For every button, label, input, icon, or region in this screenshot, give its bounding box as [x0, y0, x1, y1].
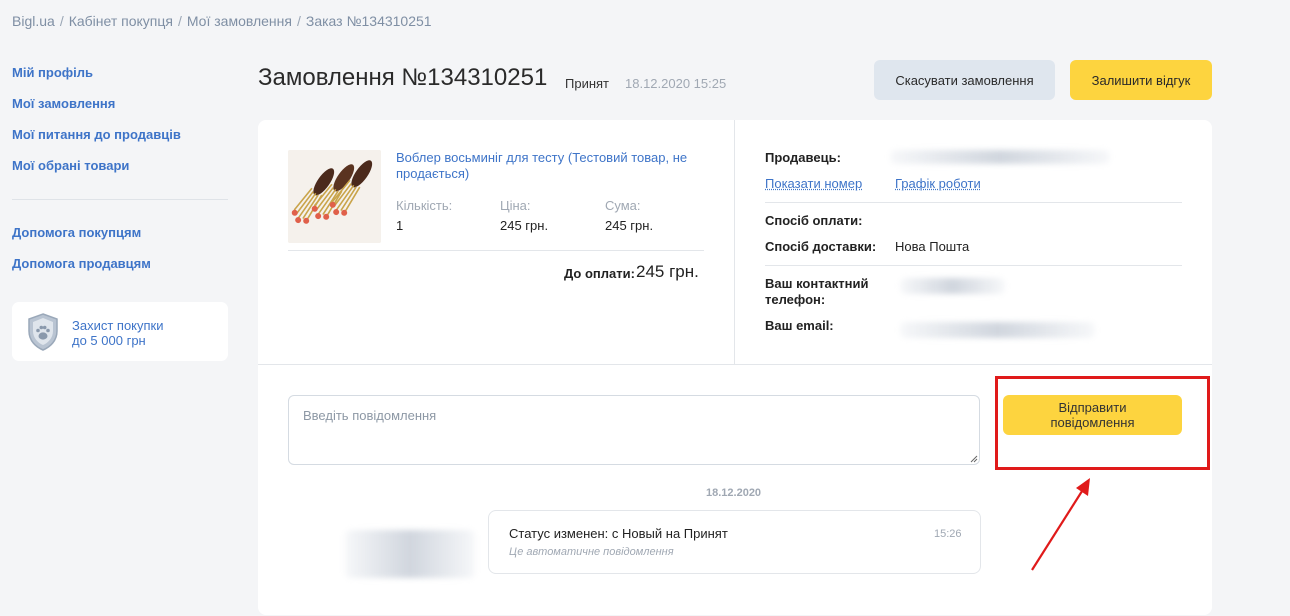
schedule-link[interactable]: Графік роботи — [895, 176, 981, 191]
quantity-label: Кількість: — [396, 198, 453, 213]
protection-text: Захист покупки до 5 000 грн — [72, 318, 164, 348]
price-value: 245 грн. — [500, 218, 549, 233]
protection-line2: до 5 000 грн — [72, 333, 146, 348]
sidebar-item-seller-help[interactable]: Допомога продавцям — [12, 256, 151, 271]
chat-date-separator: 18.12.2020 — [706, 487, 762, 499]
breadcrumb-item-home[interactable]: Bigl.ua — [12, 13, 55, 29]
breadcrumb-separator: / — [296, 13, 301, 29]
protection-line1: Захист покупки — [72, 318, 164, 333]
payment-method-label: Спосіб оплати: — [765, 213, 863, 228]
email-redacted — [900, 322, 1095, 338]
annotation-arrow-icon — [1031, 478, 1090, 571]
delivery-method-label: Спосіб доставки: — [765, 239, 877, 254]
breadcrumb-separator: / — [59, 13, 64, 29]
seller-divider — [765, 202, 1182, 203]
sidebar-item-favorites[interactable]: Мої обрані товари — [12, 158, 129, 173]
total-value: 245 грн. — [636, 262, 699, 281]
contact-phone-label: Ваш контактний телефон: — [765, 276, 869, 307]
product-divider — [288, 250, 704, 251]
sidebar-item-orders[interactable]: Мої замовлення — [12, 96, 115, 111]
sidebar-item-profile[interactable]: Мій профіль — [12, 65, 93, 80]
message-input[interactable] — [288, 395, 980, 465]
cancel-order-button[interactable]: Скасувати замовлення — [874, 60, 1055, 100]
sum-label: Сума: — [605, 198, 641, 213]
seller-label: Продавець: — [765, 150, 841, 165]
auto-message-note: Це автоматичне повідомлення — [509, 546, 674, 558]
delivery-method-value: Нова Пошта — [895, 239, 970, 254]
sum-value: 245 грн. — [605, 218, 654, 233]
breadcrumb-item-cabinet[interactable]: Кабінет покупця — [69, 13, 173, 29]
contact-divider — [765, 265, 1182, 266]
card-vertical-divider — [734, 120, 735, 364]
message-text: Статус изменен: с Новый на Принят — [509, 526, 728, 541]
contact-phone-redacted — [900, 278, 1005, 294]
message-time: 15:26 — [934, 528, 962, 540]
shield-paw-icon — [28, 313, 58, 351]
resize-grip-icon[interactable] — [968, 453, 978, 463]
card-horizontal-divider — [258, 364, 1212, 365]
quantity-value: 1 — [396, 218, 404, 233]
price-label: Ціна: — [500, 198, 531, 213]
order-status-badge: Принят — [565, 76, 610, 91]
message-bubble — [488, 510, 981, 574]
show-phone-link[interactable]: Показати номер — [765, 176, 862, 191]
leave-review-button[interactable]: Залишити відгук — [1070, 60, 1212, 100]
breadcrumb-separator: / — [177, 13, 182, 29]
breadcrumb-item-current: Заказ №134310251 — [305, 13, 432, 29]
sidebar-item-questions[interactable]: Мої питання до продавців — [12, 127, 181, 142]
highlight-box — [995, 376, 1210, 470]
sender-name-redacted — [345, 530, 475, 578]
sidebar-item-buyer-help[interactable]: Допомога покупцям — [12, 225, 141, 240]
seller-name-redacted — [890, 150, 1110, 164]
order-date: 18.12.2020 15:25 — [625, 76, 727, 91]
breadcrumb: Bigl.ua / Кабінет покупця / Мої замовлення / З… — [12, 13, 432, 29]
product-image[interactable] — [288, 150, 381, 243]
sidebar-divider — [12, 199, 228, 200]
product-name-link[interactable]: Воблер восьминіг для тесту (Тестовий тов… — [396, 150, 706, 182]
purchase-protection-card[interactable]: Захист покупки до 5 000 грн — [12, 302, 228, 361]
page-title: Замовлення №134310251 — [258, 64, 548, 91]
product-photo — [288, 150, 381, 243]
total-label: До оплати: — [564, 266, 635, 281]
breadcrumb-item-orders[interactable]: Мої замовлення — [187, 13, 292, 29]
email-label: Ваш email: — [765, 318, 834, 333]
